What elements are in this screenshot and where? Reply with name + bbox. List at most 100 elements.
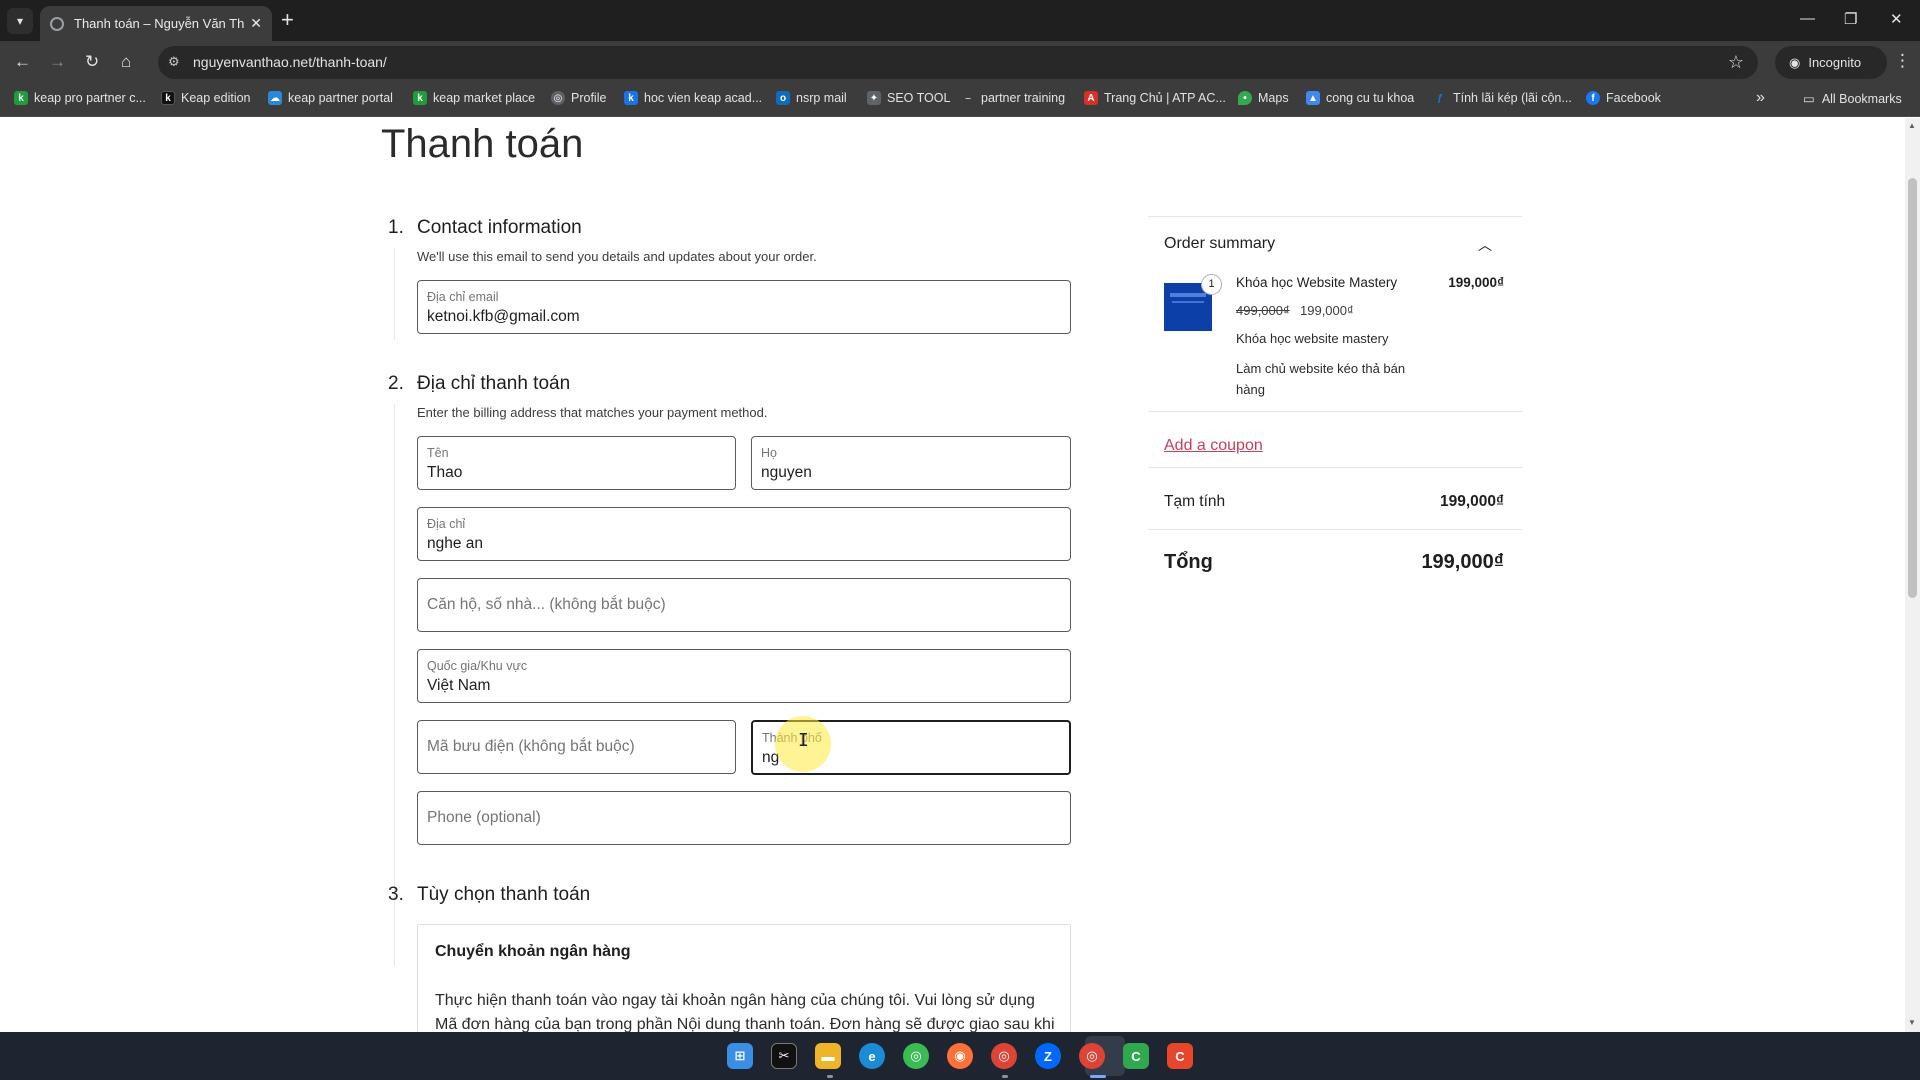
facebook-icon: f [1586,91,1600,105]
bookmark-label: Tính lãi kép (lãi cộn... [1453,91,1572,105]
bookmark-label: keap market place [433,91,536,105]
bookmark-label: hoc vien keap acad... [644,91,763,105]
bookmark-star-icon[interactable]: ☆ [1728,52,1744,73]
home-icon[interactable]: ⌂ [121,51,131,73]
bookmark-label: Maps [1258,91,1289,105]
address-bar[interactable]: ⚙ nguyenvanthao.net/thanh-toan/ ☆ [158,46,1758,79]
dash-icon: – [965,92,971,104]
summary-divider [1148,467,1522,468]
billing-section-title: Địa chỉ thanh toán [417,373,571,394]
bookmark-item[interactable]: k hoc vien keap acad... [624,91,762,105]
bookmark-item[interactable]: ƒ Tính lãi kép (lãi cộn... [1433,91,1572,105]
new-tab-icon[interactable]: + [281,9,294,31]
country-label: Quốc gia/Khu vực [427,659,528,673]
product-sale-price: 199,000₫ [1300,303,1354,318]
address-field[interactable]: Địa chỉ nghe an [417,507,1071,561]
more-bookmarks-icon[interactable]: » [1756,89,1765,107]
green-app-icon[interactable]: C [1123,1043,1149,1069]
apartment-field[interactable]: Căn hộ, số nhà... (không bắt buộc) [417,578,1071,632]
payment-method-bank-transfer[interactable]: Chuyển khoản ngân hàng Thực hiện thanh t… [417,924,1071,1032]
bookmark-item[interactable]: k keap pro partner c... [14,91,146,105]
first-name-field[interactable]: Tên Thao [417,436,736,490]
bookmark-label: cong cu tu khoa [1326,91,1415,105]
country-value[interactable]: Việt Nam [427,677,490,695]
tab-close-icon[interactable]: ✕ [250,15,262,32]
bookmark-label: keap pro partner c... [34,91,146,105]
bookmark-item[interactable]: • Maps [1238,91,1289,105]
first-name-label: Tên [427,446,449,460]
subtotal-value: 199,000₫ [1440,493,1504,510]
bookmark-item[interactable]: ◎ Profile [551,91,606,105]
payment-method-title: Chuyển khoản ngân hàng [435,943,631,960]
bookmark-item[interactable]: k keap market place [413,91,535,105]
bookmark-label: Profile [571,91,607,105]
page-title: Thanh toán [381,122,584,166]
browser-menu-icon[interactable]: ⋮ [1894,51,1911,71]
postcode-field[interactable]: Mã bưu điện (không bắt buộc) [417,720,736,774]
section-number: 1. [388,217,404,238]
section-divider [394,404,395,966]
bookmark-item[interactable]: o nsrp mail [776,91,847,105]
add-coupon-link[interactable]: Add a coupon [1164,437,1263,455]
tab-active[interactable]: Thanh toán – Nguyễn Văn Thảo ✕ [40,6,272,41]
bookmark-item[interactable]: f Facebook [1586,91,1661,105]
bookmark-item[interactable]: A Trang Chủ | ATP AC... [1084,91,1226,105]
bookmark-item[interactable]: ✦ SEO TOOL [867,91,950,105]
tab-strip: ▾ Thanh toán – Nguyễn Văn Thảo ✕ + — ❐ ✕ [0,0,1920,41]
back-icon[interactable]: ← [14,51,31,73]
site-info-icon[interactable]: ⚙ [168,54,180,70]
forward-icon[interactable]: → [49,51,66,73]
red-app-icon[interactable]: C [1167,1043,1193,1069]
bookmark-item[interactable]: ▲ cong cu tu khoa [1306,91,1414,105]
thumbnail-graphic [1172,301,1204,303]
chrome-green-icon[interactable]: ◎ [903,1043,929,1069]
email-field[interactable]: Địa chỉ email ketnoi.kfb@gmail.com [417,280,1071,334]
scroll-thumb[interactable] [1908,178,1917,598]
bookmark-item[interactable]: k Keap edition [161,91,251,105]
scroll-up-icon[interactable]: ▲ [1908,121,1916,130]
payment-method-desc: Thực hiện thanh toán vào ngay tài khoản … [435,992,1055,1032]
bookmark-label: keap partner portal [288,91,393,105]
firefox-icon[interactable]: ◉ [947,1043,973,1069]
total-label: Tổng [1164,551,1213,573]
payment-section-title: Tùy chọn thanh toán [417,884,591,905]
country-select[interactable]: Quốc gia/Khu vực Việt Nam [417,649,1071,703]
windows-start-icon[interactable]: ⊞ [727,1043,753,1069]
incognito-badge[interactable]: ◉ Incognito [1775,46,1887,79]
first-name-value[interactable]: Thao [427,464,462,482]
bookmark-label: partner training [981,91,1066,105]
phone-field[interactable]: Phone (optional) [417,791,1071,845]
incognito-icon: ◉ [1789,54,1801,70]
page-scrollbar[interactable]: ▲ ▼ [1905,118,1920,1032]
zalo-icon[interactable]: Z [1035,1043,1061,1069]
tab-search-icon[interactable]: ▾ [7,8,33,34]
window-close-icon[interactable]: ✕ [1890,10,1903,28]
address-value[interactable]: nghe an [427,535,483,553]
last-name-field[interactable]: Họ nguyen [751,436,1071,490]
all-bookmarks-label: All Bookmarks [1821,91,1902,106]
chrome-icon[interactable]: ◎ [991,1043,1017,1069]
file-explorer-icon[interactable]: ▬ [815,1043,841,1069]
address-url[interactable]: nguyenvanthao.net/thanh-toan/ [193,54,387,70]
browser-toolbar: ← → ↻ ⌂ ⚙ nguyenvanthao.net/thanh-toan/ … [0,41,1920,83]
restore-icon[interactable]: ❐ [1844,10,1857,28]
all-bookmarks[interactable]: ▭ All Bookmarks [1803,91,1902,107]
capcut-icon[interactable]: ✂ [771,1043,797,1069]
bookmark-item[interactable]: – partner training [961,91,1065,105]
taskbar-running-indicator [1090,1075,1106,1078]
chrome-active-icon[interactable]: ◎ [1079,1043,1105,1069]
edge-icon[interactable]: e [859,1043,885,1069]
f-icon: ƒ [1437,92,1443,104]
bookmark-label: SEO TOOL [887,91,951,105]
order-summary-heading[interactable]: Order summary [1164,235,1275,253]
taskbar-running-indicator [827,1075,833,1078]
bookmark-item[interactable]: ☁ keap partner portal [268,91,393,105]
chevron-up-icon[interactable]: ︿ [1478,235,1492,255]
last-name-value[interactable]: nguyen [761,464,812,482]
minimize-icon[interactable]: — [1800,10,1815,27]
tab-title: Thanh toán – Nguyễn Văn Thảo [74,16,245,31]
scroll-down-icon[interactable]: ▼ [1908,1018,1916,1027]
reload-icon[interactable]: ↻ [85,51,99,73]
email-value[interactable]: ketnoi.kfb@gmail.com [427,308,580,326]
map-pin-icon: • [1238,91,1252,105]
